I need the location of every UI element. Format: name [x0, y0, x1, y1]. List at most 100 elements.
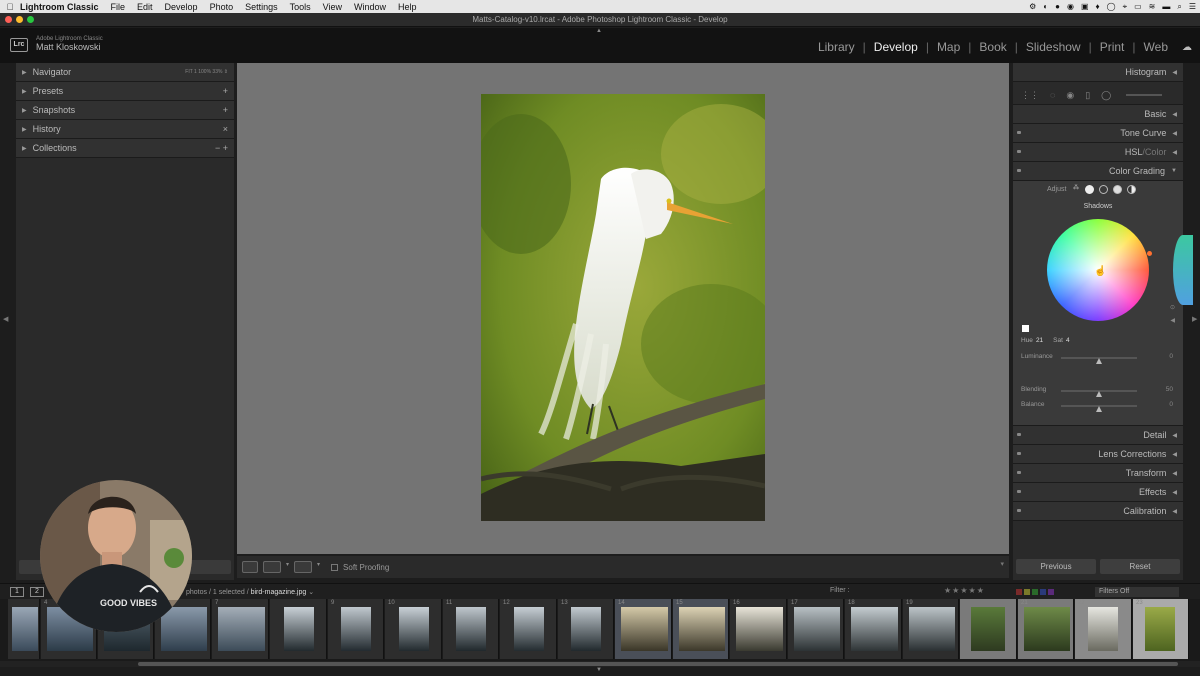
apple-icon[interactable]: : [0, 2, 20, 12]
navigator-header[interactable]: ▶ Navigator FIT 1 100% 33% ⇕: [16, 63, 234, 82]
status-icon[interactable]: ▣: [1081, 2, 1089, 11]
loupe-view-button[interactable]: [242, 561, 258, 573]
primary-window-button[interactable]: 1: [10, 587, 24, 597]
transform-header[interactable]: Transform ◀: [1013, 464, 1183, 483]
filmstrip-cell[interactable]: 21: [1018, 599, 1074, 659]
search-icon[interactable]: ⌕: [1177, 2, 1181, 12]
filmstrip-cell[interactable]: 17: [788, 599, 844, 659]
battery-icon[interactable]: ▬: [1162, 2, 1170, 11]
airplay-icon[interactable]: ▭: [1134, 2, 1142, 11]
panel-switch-icon[interactable]: [1017, 169, 1021, 172]
luminance-slider[interactable]: Luminance 0: [1021, 353, 1177, 364]
filmstrip-cell[interactable]: 15: [673, 599, 729, 659]
calibration-header[interactable]: Calibration ◀: [1013, 502, 1183, 521]
toolbar-menu-icon[interactable]: ▾: [1000, 560, 1004, 568]
status-icon[interactable]: ●: [1055, 2, 1060, 11]
chevron-down-icon[interactable]: ▾: [317, 561, 320, 573]
slider-knob[interactable]: [1096, 358, 1102, 364]
scrollbar-thumb[interactable]: [138, 662, 1178, 666]
hue-handle[interactable]: [1147, 251, 1152, 256]
panel-switch-icon[interactable]: [1017, 433, 1021, 436]
filters-off-dropdown[interactable]: Filters Off: [1095, 587, 1179, 597]
module-print[interactable]: Print: [1092, 40, 1133, 54]
filmstrip-cell[interactable]: 9: [328, 599, 384, 659]
redeye-icon[interactable]: ▯: [1085, 90, 1090, 101]
status-icon[interactable]: ⚙: [1029, 2, 1036, 11]
histogram-header[interactable]: Histogram ◀: [1013, 63, 1183, 82]
filmstrip-cell[interactable]: 11: [443, 599, 499, 659]
filmstrip-cell[interactable]: [8, 599, 40, 659]
filmstrip-cell[interactable]: 18: [845, 599, 902, 659]
panel-switch-icon[interactable]: [1017, 452, 1021, 455]
filmstrip-cell-selected[interactable]: 23: [1133, 599, 1189, 659]
zoom-options[interactable]: FIT 1 100% 33% ⇕: [185, 69, 228, 75]
previous-button[interactable]: Previous: [1016, 559, 1096, 574]
hsl-header[interactable]: HSL / Color ◀: [1013, 143, 1183, 162]
menu-window[interactable]: Window: [354, 2, 386, 12]
status-icon[interactable]: ◉: [1067, 2, 1074, 11]
lens-corrections-header[interactable]: Lens Corrections ◀: [1013, 445, 1183, 464]
grid-icon[interactable]: ⋮⋮: [1021, 90, 1039, 101]
secondary-window-button[interactable]: 2: [30, 587, 44, 597]
panel-switch-icon[interactable]: [1017, 471, 1021, 474]
global-mode-icon[interactable]: [1127, 185, 1137, 194]
menu-file[interactable]: File: [111, 2, 126, 12]
status-icon[interactable]: ♦: [1096, 2, 1100, 11]
tool-slider[interactable]: [1126, 94, 1163, 96]
menu-help[interactable]: Help: [398, 2, 417, 12]
right-panel-toggle-icon[interactable]: ▶: [1192, 315, 1197, 323]
midtones-mode-icon[interactable]: [1099, 185, 1109, 194]
filmstrip-cell[interactable]: 7: [212, 599, 269, 659]
slider-knob[interactable]: [1096, 406, 1102, 412]
basic-header[interactable]: Basic ◀: [1013, 105, 1183, 124]
cloud-icon[interactable]: ☁: [1182, 42, 1192, 53]
panel-switch-icon[interactable]: [1017, 131, 1021, 134]
highlights-mode-icon[interactable]: [1113, 185, 1123, 194]
sat-value[interactable]: 4: [1066, 337, 1070, 344]
collections-header[interactable]: ▶ Collections − +: [16, 139, 234, 158]
filmstrip-cell[interactable]: 22: [1075, 599, 1132, 659]
menu-photo[interactable]: Photo: [210, 2, 234, 12]
crop-icon[interactable]: ◌: [1050, 90, 1055, 100]
link-icon[interactable]: ⊙: [1170, 304, 1175, 311]
red-label-icon[interactable]: [1016, 589, 1022, 595]
star-filter[interactable]: ★★★★★: [944, 586, 985, 595]
module-develop[interactable]: Develop: [866, 40, 926, 54]
blue-label-icon[interactable]: [1040, 589, 1046, 595]
filmstrip-cell[interactable]: 19: [903, 599, 959, 659]
menu-develop[interactable]: Develop: [165, 2, 198, 12]
collections-actions[interactable]: − +: [215, 143, 228, 153]
module-book[interactable]: Book: [971, 40, 1014, 54]
effects-header[interactable]: Effects ◀: [1013, 483, 1183, 502]
clear-history-button[interactable]: ×: [223, 124, 228, 134]
chevron-down-icon[interactable]: ▾: [286, 561, 289, 573]
left-panel-toggle-icon[interactable]: ◀: [3, 315, 8, 323]
green-label-icon[interactable]: [1032, 589, 1038, 595]
detail-header[interactable]: Detail ◀: [1013, 426, 1183, 445]
three-way-icon[interactable]: ⁂: [1071, 185, 1080, 194]
module-slideshow[interactable]: Slideshow: [1018, 40, 1089, 54]
presets-header[interactable]: ▶ Presets +: [16, 82, 234, 101]
shadows-mode-icon[interactable]: [1085, 185, 1095, 194]
balance-slider[interactable]: Balance 0: [1021, 401, 1177, 412]
purple-label-icon[interactable]: [1048, 589, 1054, 595]
image-canvas[interactable]: [237, 63, 1009, 554]
masking-icon[interactable]: ◉: [1066, 90, 1074, 101]
source-info[interactable]: photos / 1 selected / bird-magazine.jpg …: [186, 588, 314, 596]
menu-edit[interactable]: Edit: [137, 2, 153, 12]
blending-slider[interactable]: Blending 50: [1021, 386, 1177, 397]
menu-settings[interactable]: Settings: [245, 2, 278, 12]
reset-button[interactable]: Reset: [1100, 559, 1180, 574]
yellow-label-icon[interactable]: [1024, 589, 1030, 595]
status-icon[interactable]: ◯: [1107, 2, 1116, 11]
add-preset-button[interactable]: +: [223, 86, 228, 96]
module-web[interactable]: Web: [1136, 40, 1176, 54]
wifi-icon[interactable]: ≋: [1149, 2, 1156, 11]
tone-curve-header[interactable]: Tone Curve ◀: [1013, 124, 1183, 143]
slider-knob[interactable]: [1096, 391, 1102, 397]
top-panel-toggle-icon[interactable]: ▲: [596, 28, 602, 34]
hue-value[interactable]: 21: [1036, 337, 1043, 344]
app-menu[interactable]: Lightroom Classic: [20, 2, 99, 12]
menu-list-icon[interactable]: ☰: [1189, 2, 1196, 11]
panel-switch-icon[interactable]: [1017, 490, 1021, 493]
